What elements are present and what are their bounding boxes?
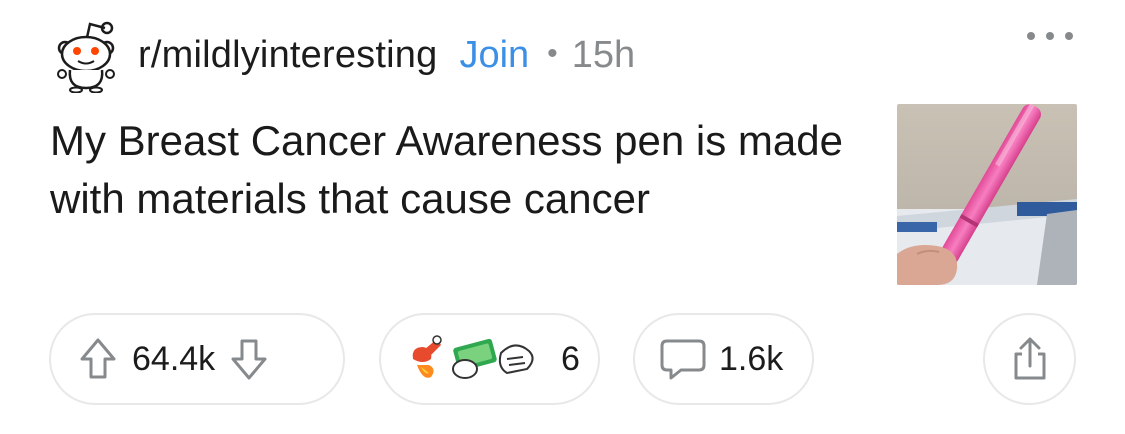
subreddit-name[interactable]: r/mildlyinteresting xyxy=(138,34,437,77)
post-title[interactable]: My Breast Cancer Awareness pen is made w… xyxy=(50,112,860,228)
upvote-arrow-icon[interactable] xyxy=(78,337,118,381)
reddit-snoo-icon[interactable] xyxy=(50,18,122,93)
award-icons xyxy=(412,335,534,379)
comment-bubble-icon xyxy=(660,339,706,380)
meta-separator: • xyxy=(547,36,558,70)
vote-count: 64.4k xyxy=(132,339,216,378)
share-button[interactable] xyxy=(983,313,1076,405)
post-time: 15h xyxy=(571,34,636,76)
comment-count: 1.6k xyxy=(719,339,784,378)
join-button[interactable]: Join xyxy=(459,34,529,77)
more-options-icon[interactable] xyxy=(1027,26,1073,46)
awards-bar[interactable]: 6 xyxy=(379,313,600,405)
comments-button[interactable]: 1.6k xyxy=(633,313,814,405)
post-thumbnail[interactable] xyxy=(897,104,1077,285)
post-header: r/mildlyinteresting Join • 15h xyxy=(50,18,635,93)
share-icon xyxy=(1014,337,1045,380)
downvote-arrow-icon[interactable] xyxy=(229,337,269,381)
award-count: 6 xyxy=(561,339,580,378)
vote-bar: 64.4k xyxy=(49,313,345,405)
